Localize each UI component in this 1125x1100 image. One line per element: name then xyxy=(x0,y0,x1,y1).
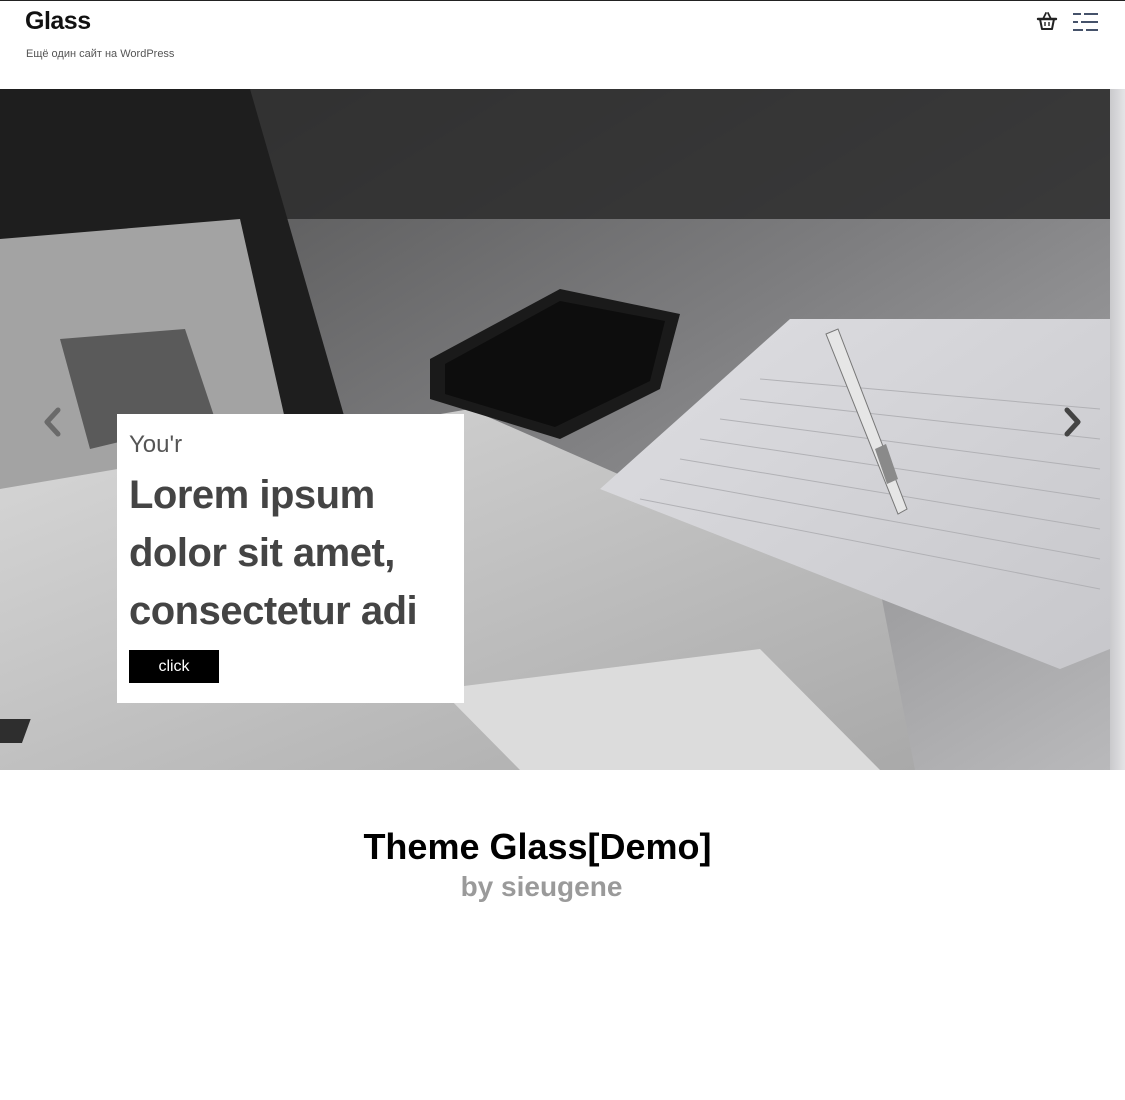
site-header: Glass Ещё один сайт на WordPress xyxy=(0,0,1125,89)
basket-icon[interactable] xyxy=(1036,10,1058,32)
menu-icon[interactable] xyxy=(1072,11,1099,33)
caption-line: dolor sit amet, xyxy=(129,531,395,575)
chevron-left-icon[interactable] xyxy=(38,402,66,442)
caption-line: Lorem ipsum xyxy=(129,473,375,517)
page: Glass Ещё один сайт на WordPress You'r L… xyxy=(0,0,1125,1100)
caption-heading: Lorem ipsum dolor sit amet, consectetur ad… xyxy=(129,466,452,640)
hero-slider: You'r Lorem ipsum dolor sit amet, consecte… xyxy=(0,89,1110,770)
site-title[interactable]: Glass xyxy=(25,7,91,36)
caption-subtitle: You'r xyxy=(129,431,183,458)
click-button[interactable]: click xyxy=(129,650,219,683)
slider-edge xyxy=(1110,89,1125,770)
site-tagline: Ещё один сайт на WordPress xyxy=(26,48,175,60)
page-author: by sieugene xyxy=(460,871,623,902)
chevron-right-icon[interactable] xyxy=(1059,402,1087,442)
slide-caption: You'r Lorem ipsum dolor sit amet, consecte… xyxy=(117,414,464,703)
caption-line: consectetur adi xyxy=(129,589,418,633)
page-title: Theme Glass[Demo] xyxy=(363,826,712,867)
